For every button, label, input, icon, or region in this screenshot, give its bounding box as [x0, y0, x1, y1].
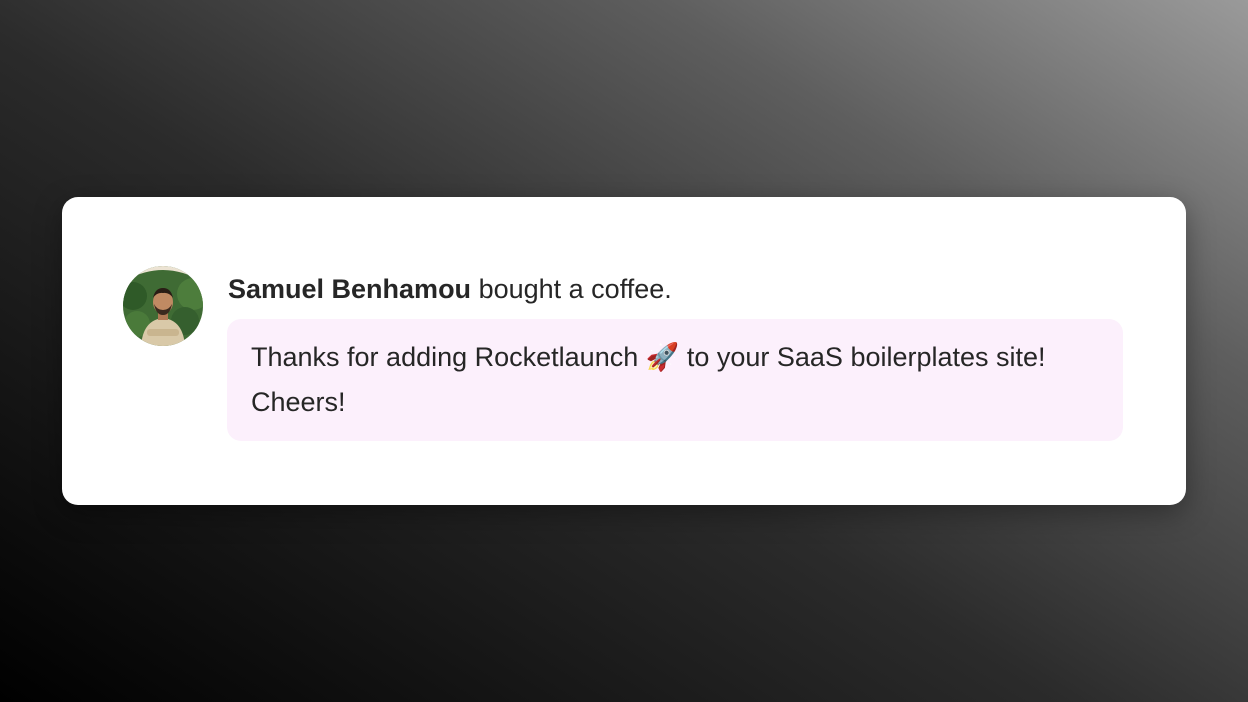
- message-bubble: Thanks for adding Rocketlaunch 🚀 to your…: [227, 319, 1123, 441]
- action-text: bought a coffee.: [478, 274, 672, 304]
- supporter-notification-card: Samuel Benhamou bought a coffee. Thanks …: [62, 197, 1186, 505]
- supporter-name: Samuel Benhamou: [228, 274, 472, 304]
- message-text: Thanks for adding Rocketlaunch 🚀 to your…: [251, 342, 1046, 417]
- avatar: [123, 266, 203, 346]
- user-avatar-photo-icon: [123, 266, 203, 346]
- notification-headline: Samuel Benhamou bought a coffee.: [228, 271, 672, 307]
